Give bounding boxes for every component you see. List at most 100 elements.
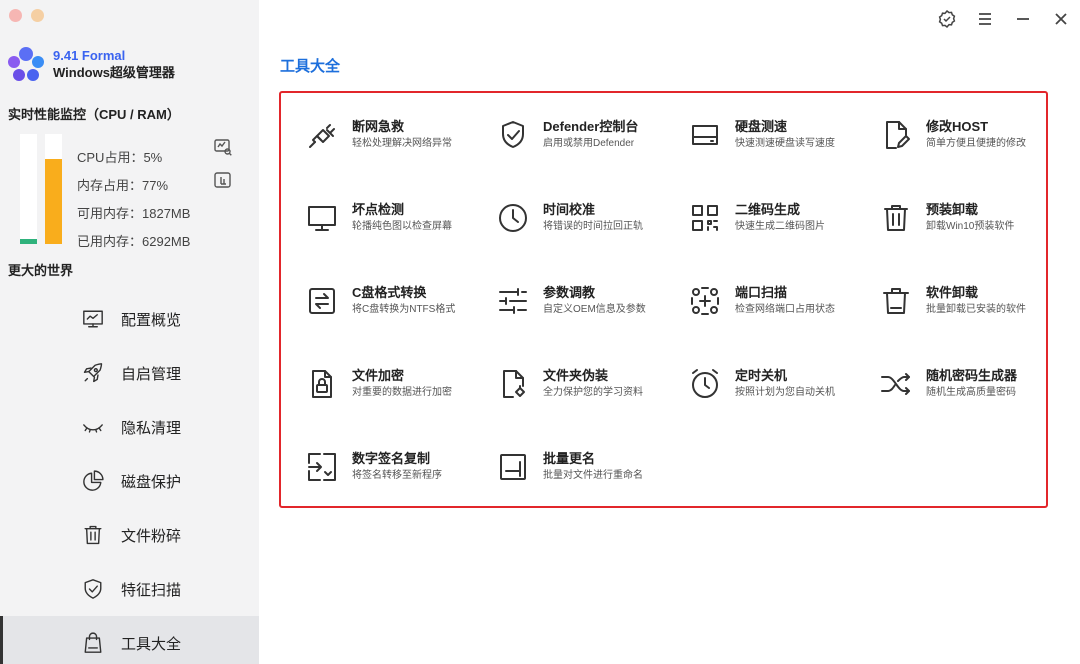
memory-usage-bar bbox=[45, 134, 62, 244]
alarm-clock-icon bbox=[686, 365, 724, 403]
tool-name: 随机密码生成器 bbox=[926, 368, 1018, 383]
tool-name: 定时关机 bbox=[735, 368, 788, 383]
tool-item[interactable]: C盘格式转换将C盘转换为NTFS格式 bbox=[303, 282, 493, 326]
sidebar-item-1[interactable]: 自启管理 bbox=[0, 346, 259, 400]
tool-name: 批量更名 bbox=[543, 451, 596, 466]
tool-description: 卸载Win10预装软件 bbox=[926, 221, 1015, 232]
monitor-title: 实时性能监控（CPU / RAM） bbox=[8, 107, 180, 122]
tool-item[interactable]: 端口扫描检查网络端口占用状态 bbox=[686, 282, 876, 326]
bag-icon bbox=[81, 631, 105, 655]
tool-item[interactable]: 二维码生成 快速生成二维码图片 bbox=[686, 199, 876, 243]
sidebar-item-label: 特征扫描 bbox=[121, 581, 182, 599]
tool-item[interactable]: Defender控制台 启用或禁用Defender bbox=[494, 116, 684, 160]
trash-icon bbox=[81, 523, 105, 547]
sliders-icon bbox=[494, 282, 532, 320]
sidebar-item-3[interactable]: 磁盘保护 bbox=[0, 454, 259, 508]
cpu-usage-bar bbox=[20, 134, 37, 244]
sidebar-item-6[interactable]: 工具大全 bbox=[0, 616, 259, 664]
badge-check-icon[interactable] bbox=[934, 8, 960, 30]
sidebar-item-label: 隐私清理 bbox=[121, 419, 182, 437]
sidebar-item-label: 配置概览 bbox=[121, 311, 182, 329]
tool-item[interactable]: 修改HOST 简单方便且便捷的修改 bbox=[877, 116, 1067, 160]
tool-name: 端口扫描 bbox=[735, 285, 788, 300]
swap-icon bbox=[303, 282, 341, 320]
rocket-icon bbox=[81, 361, 105, 385]
sidebar-item-label: 磁盘保护 bbox=[121, 473, 182, 491]
bin-icon bbox=[877, 282, 915, 320]
scan-nodes-icon bbox=[686, 282, 724, 320]
close-dot[interactable] bbox=[9, 9, 22, 22]
menu-icon[interactable] bbox=[972, 8, 998, 30]
memory-clean-icon[interactable] bbox=[213, 170, 233, 190]
tool-item[interactable]: 文件夹伪装 全力保护您的学习资料 bbox=[494, 365, 684, 409]
tool-item[interactable]: 文件加密 对重要的数据进行加密 bbox=[303, 365, 493, 409]
minimize-dot[interactable] bbox=[31, 9, 44, 22]
tool-description: 快速测速硬盘读写速度 bbox=[735, 138, 835, 149]
tool-item[interactable]: 断网急救轻松处理解决网络异常 bbox=[303, 116, 493, 160]
tool-item[interactable]: 定时关机按照计划为您自动关机 bbox=[686, 365, 876, 409]
tool-name: 断网急救 bbox=[352, 119, 405, 134]
tool-description: 随机生成高质量密码 bbox=[926, 387, 1016, 398]
sidebar-item-label: 工具大全 bbox=[121, 635, 182, 653]
used-memory-stat: 已用内存：6292MB bbox=[77, 233, 191, 249]
clock-icon bbox=[494, 199, 532, 237]
usage-stats: CPU占用：5% 内存占用：77% 可用内存：1827MB 已用内存：6292M… bbox=[77, 142, 190, 254]
shield-icon bbox=[494, 116, 532, 154]
tool-item[interactable]: 时间校准 将错误的时间拉回正轨 bbox=[494, 199, 684, 243]
page-title: 工具大全 bbox=[280, 58, 341, 75]
cpu-detail-icon[interactable] bbox=[213, 137, 233, 157]
sidebar-nav: 配置概览自启管理隐私清理磁盘保护文件粉碎特征扫描工具大全 bbox=[0, 292, 259, 664]
tool-description: 将C盘转换为NTFS格式 bbox=[352, 304, 456, 315]
sidebar: 9.41 Formal Windows超级管理器 实时性能监控（CPU / RA… bbox=[0, 0, 259, 664]
tool-name: C盘格式转换 bbox=[352, 285, 427, 300]
close-icon[interactable] bbox=[1048, 8, 1074, 30]
tool-item[interactable]: 预装卸载 卸载Win10预装软件 bbox=[877, 199, 1067, 243]
usage-bars bbox=[20, 134, 62, 244]
window-traffic-lights bbox=[9, 9, 44, 22]
sidebar-item-0[interactable]: 配置概览 bbox=[0, 292, 259, 346]
memory-stat: 内存占用：77% bbox=[77, 177, 169, 193]
world-section-title: 更大的世界 bbox=[8, 263, 74, 278]
shield-check-icon bbox=[81, 577, 105, 601]
sidebar-item-label: 文件粉碎 bbox=[121, 527, 182, 545]
sidebar-item-label: 自启管理 bbox=[121, 365, 182, 383]
file-lock-icon bbox=[303, 365, 341, 403]
tool-item[interactable]: 随机密码生成器随机生成高质量密码 bbox=[877, 365, 1067, 409]
tool-description: 轻松处理解决网络异常 bbox=[352, 138, 452, 149]
sidebar-item-2[interactable]: 隐私清理 bbox=[0, 400, 259, 454]
tool-item[interactable]: 数字签名复制 将签名转移至新程序 bbox=[303, 448, 493, 492]
tool-description: 按照计划为您自动关机 bbox=[735, 387, 835, 398]
sidebar-item-5[interactable]: 特征扫描 bbox=[0, 562, 259, 616]
tool-item[interactable]: 坏点检测 轮播纯色图以检查屏幕 bbox=[303, 199, 493, 243]
tool-description: 简单方便且便捷的修改 bbox=[926, 138, 1026, 149]
sidebar-item-4[interactable]: 文件粉碎 bbox=[0, 508, 259, 562]
tool-description: 批量对文件进行重命名 bbox=[543, 470, 643, 481]
trash-icon bbox=[877, 199, 915, 237]
pie-chart-icon bbox=[81, 469, 105, 493]
tool-description: 对重要的数据进行加密 bbox=[352, 387, 452, 398]
tool-name: 参数调教 bbox=[543, 285, 596, 300]
eye-closed-icon bbox=[81, 415, 105, 439]
hard-drive-icon bbox=[686, 116, 724, 154]
shuffle-icon bbox=[877, 365, 915, 403]
tool-description: 轮播纯色图以检查屏幕 bbox=[352, 221, 452, 232]
file-edit-icon bbox=[877, 116, 915, 154]
tool-item[interactable]: 硬盘测速快速测速硬盘读写速度 bbox=[686, 116, 876, 160]
file-disguise-icon bbox=[494, 365, 532, 403]
window-controls bbox=[934, 8, 1074, 30]
tool-name: 文件夹伪装 bbox=[543, 368, 609, 383]
tool-description: 检查网络端口占用状态 bbox=[735, 304, 835, 315]
app-logo-icon bbox=[8, 47, 44, 81]
tool-name: 硬盘测速 bbox=[735, 119, 788, 134]
signature-transfer-icon bbox=[303, 448, 341, 486]
tool-name: 软件卸载 bbox=[926, 285, 979, 300]
free-memory-stat: 可用内存：1827MB bbox=[77, 205, 191, 221]
tool-item[interactable]: 参数调教 自定义OEM信息及参数 bbox=[494, 282, 684, 326]
tool-item[interactable]: 软件卸载 批量卸载已安装的软件 bbox=[877, 282, 1067, 326]
tool-item[interactable]: 批量更名批量对文件进行重命名 bbox=[494, 448, 684, 492]
tool-name: 时间校准 bbox=[543, 202, 596, 217]
minimize-icon[interactable] bbox=[1010, 8, 1036, 30]
tool-description: 启用或禁用Defender bbox=[543, 138, 635, 149]
plug-icon bbox=[303, 116, 341, 154]
rename-icon bbox=[494, 448, 532, 486]
